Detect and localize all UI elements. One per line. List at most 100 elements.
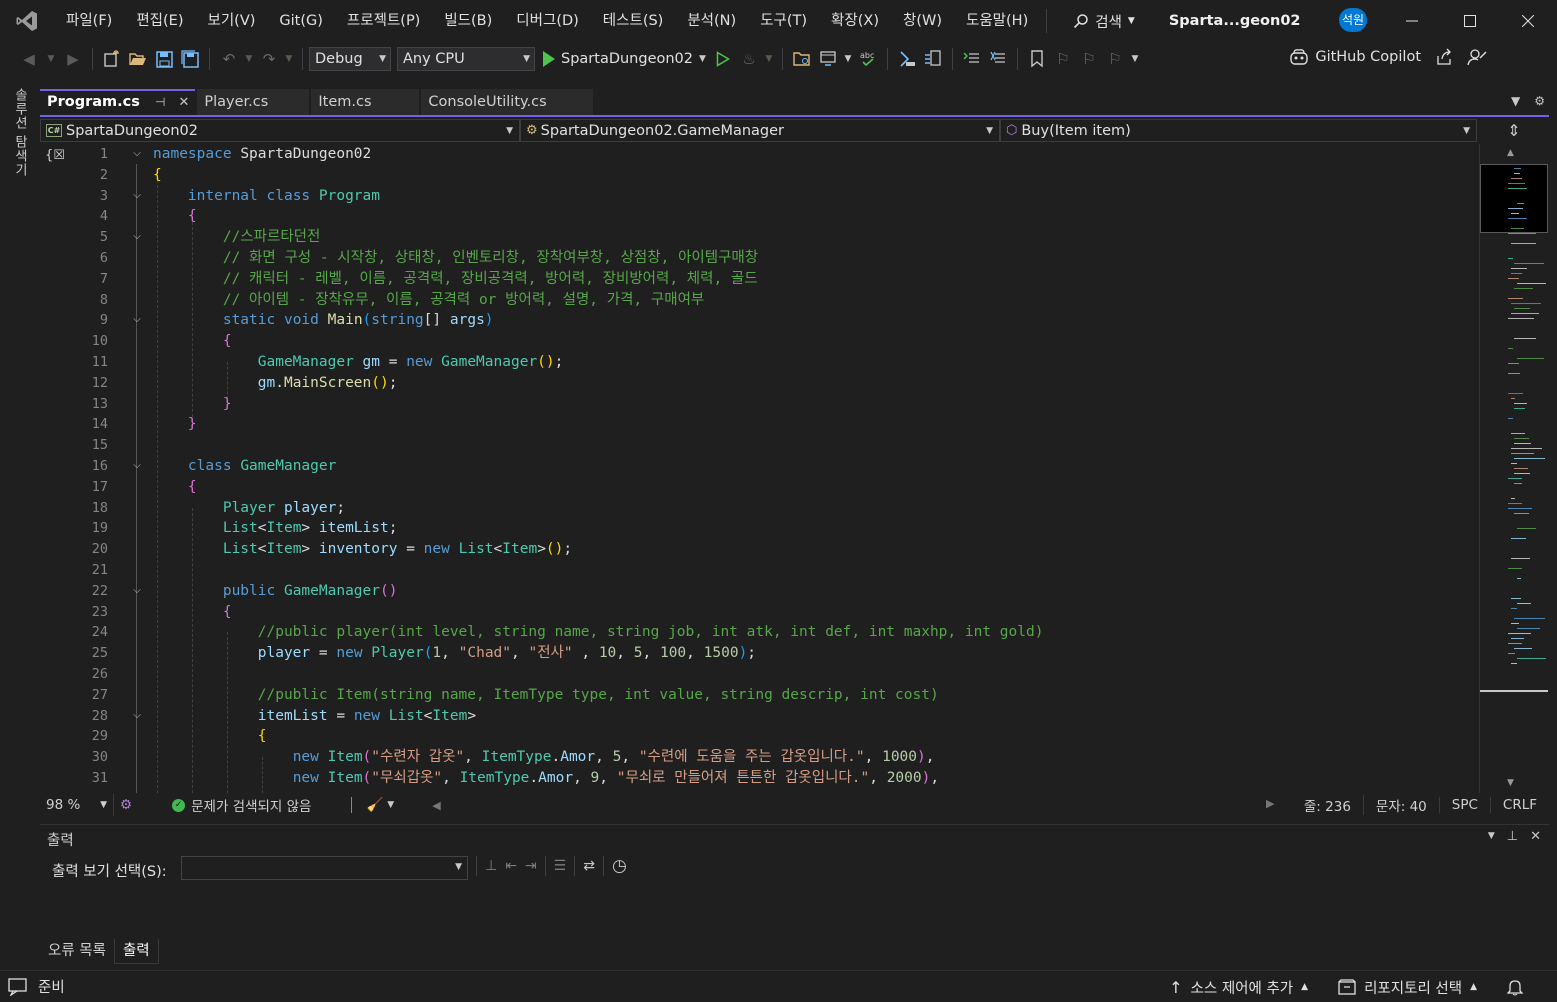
chevron-down-icon[interactable]: ▼ [762,46,776,72]
user-avatar[interactable]: 석원 [1339,8,1367,32]
zoom-dropdown[interactable]: 98 % ▼ [40,794,114,816]
column-indicator[interactable]: 문자: 40 [1362,795,1439,815]
maximize-button[interactable] [1441,0,1499,42]
add-to-source-control-button[interactable]: ↑ 소스 제어에 추가 ▲ [1169,977,1308,998]
menu-tools[interactable]: 도구(T) [748,6,819,36]
comment-out-icon[interactable] [959,46,985,72]
output-source-dropdown[interactable]: ▼ [181,856,468,880]
tab-item-cs[interactable]: Item.cs [311,89,420,115]
close-tab-icon[interactable]: ✕ [178,95,189,110]
new-project-icon[interactable] [99,46,125,72]
chevron-down-icon[interactable]: ▼ [282,46,296,72]
collapse-icon[interactable]: ⌵ [131,227,143,248]
notifications-button[interactable] [1507,978,1523,996]
menu-build[interactable]: 빌드(B) [432,6,504,36]
menu-edit[interactable]: 편집(E) [124,6,195,36]
save-icon[interactable] [151,46,177,72]
collapse-icon[interactable]: ⌵ [131,144,143,165]
gear-icon[interactable]: ⚙ [1534,94,1545,108]
share-icon[interactable] [1435,48,1453,66]
previous-bookmark-icon[interactable]: ⚐ [1050,46,1076,72]
uncomment-icon[interactable] [985,46,1011,72]
bookmark-icon[interactable] [1024,46,1050,72]
next-message-icon[interactable]: ⇥ [525,858,537,874]
menu-view[interactable]: 보기(V) [196,6,268,36]
start-debugging-button[interactable]: SpartaDungeon02 ▼ [543,51,706,67]
close-window-button[interactable] [1499,0,1557,42]
notification-output-icon[interactable] [8,977,28,996]
tab-error-list[interactable]: 오류 목록 [40,939,114,964]
solution-explorer-tab[interactable]: 솔루션 탐색기 [10,88,29,177]
visual-studio-logo-icon[interactable] [0,0,54,42]
select-repository-button[interactable]: 리포지토리 선택 ▲ [1338,977,1477,998]
previous-message-icon[interactable]: ⇤ [505,858,517,874]
pin-icon[interactable]: ⊣ [155,95,165,109]
close-icon[interactable]: ✕ [1530,829,1541,844]
code-editor[interactable]: {☒ 1 ⌵ namespace SpartaDungeon02 2 { 3 ⌵… [40,144,1479,793]
tab-consoleutility-cs[interactable]: ConsoleUtility.cs [421,89,594,115]
horizontal-scrollbar[interactable] [451,800,1281,810]
clear-bookmarks-icon[interactable]: ⚐ [1102,46,1128,72]
start-without-debugging-button[interactable] [710,46,736,72]
navigate-forward-icon[interactable]: ▶ [60,46,86,72]
collapse-icon[interactable]: ⌵ [131,581,143,602]
collapse-icon[interactable]: ⌵ [131,706,143,727]
scroll-right-icon[interactable]: ▶ [1266,797,1274,810]
step-into-icon[interactable] [894,46,920,72]
tab-program-cs[interactable]: Program.cs ⊣ ✕ [40,89,196,115]
github-copilot-button[interactable]: GitHub Copilot [1289,48,1487,66]
output-text-area[interactable] [41,885,1548,940]
collapse-icon[interactable]: ⌵ [131,310,143,331]
format-document-icon[interactable] [920,46,946,72]
code-cleanup-icon[interactable]: 🧹 ▼ [360,794,400,816]
solution-folder-icon[interactable] [789,46,815,72]
hot-reload-icon[interactable]: ♨ [736,46,762,72]
configuration-dropdown[interactable]: Debug ▼ [309,47,391,71]
type-dropdown[interactable]: ⚙ SpartaDungeon02.GameManager ▼ [520,119,1000,142]
timestamp-clock-icon[interactable]: ◷ [612,856,627,876]
issues-indicator[interactable]: ✓ 문제가 검색되지 않음 [166,794,317,816]
menu-analyze[interactable]: 분석(N) [675,6,748,36]
member-dropdown[interactable]: ⬡ Buy(Item item) ▼ [1000,119,1477,142]
tab-output[interactable]: 출력 [113,939,159,964]
tab-list-dropdown-icon[interactable]: ▼ [1511,94,1520,108]
line-ending-indicator[interactable]: CRLF [1489,797,1549,813]
search-button[interactable]: 검색 ▼ [1065,6,1143,36]
scroll-down-icon[interactable]: ▼ [1507,778,1514,788]
scroll-up-icon[interactable]: ▲ [1507,148,1514,158]
chevron-down-icon[interactable]: ▼ [841,46,855,72]
intellicode-icon[interactable]: ⚙ [114,794,138,816]
menu-test[interactable]: 테스트(S) [591,6,676,36]
collapse-icon[interactable]: ⌵ [131,456,143,477]
navigate-back-icon[interactable]: ◀ [16,46,42,72]
panel-options-icon[interactable]: ▼ [1488,829,1495,844]
menu-help[interactable]: 도움말(H) [954,6,1040,36]
scroll-left-icon[interactable]: ◀ [426,794,446,816]
chevron-down-icon[interactable]: ▼ [42,46,60,72]
chevron-down-icon[interactable]: ▼ [242,46,256,72]
spell-check-icon[interactable]: abc [855,46,881,72]
line-indicator[interactable]: 줄: 236 [1292,795,1363,815]
menu-file[interactable]: 파일(F) [54,6,124,36]
platform-dropdown[interactable]: Any CPU ▼ [397,47,535,71]
collapse-icon[interactable]: ⌵ [131,186,143,207]
menu-project[interactable]: 프로젝트(P) [335,6,432,36]
redo-icon[interactable]: ↷ [256,46,282,72]
project-dropdown[interactable]: C# SpartaDungeon02 ▼ [40,119,520,142]
clear-all-icon[interactable]: ☰ [554,858,567,874]
word-wrap-icon[interactable]: ⇄ [583,858,595,874]
open-file-icon[interactable] [125,46,151,72]
next-bookmark-icon[interactable]: ⚐ [1076,46,1102,72]
undo-icon[interactable]: ↶ [216,46,242,72]
whitespace-indicator[interactable]: SPC [1438,797,1490,813]
minimize-button[interactable] [1383,0,1441,42]
tab-player-cs[interactable]: Player.cs [197,89,310,115]
feedback-person-icon[interactable] [1467,48,1487,66]
split-editor-button[interactable]: ⇕ [1480,119,1548,142]
menu-extensions[interactable]: 확장(X) [819,6,891,36]
browser-link-icon[interactable] [815,46,841,72]
toolbar-options-icon[interactable]: ▼ [1128,46,1142,72]
save-all-icon[interactable] [177,46,203,72]
menu-window[interactable]: 창(W) [891,6,954,36]
pin-icon[interactable]: ⊥ [1507,829,1518,844]
